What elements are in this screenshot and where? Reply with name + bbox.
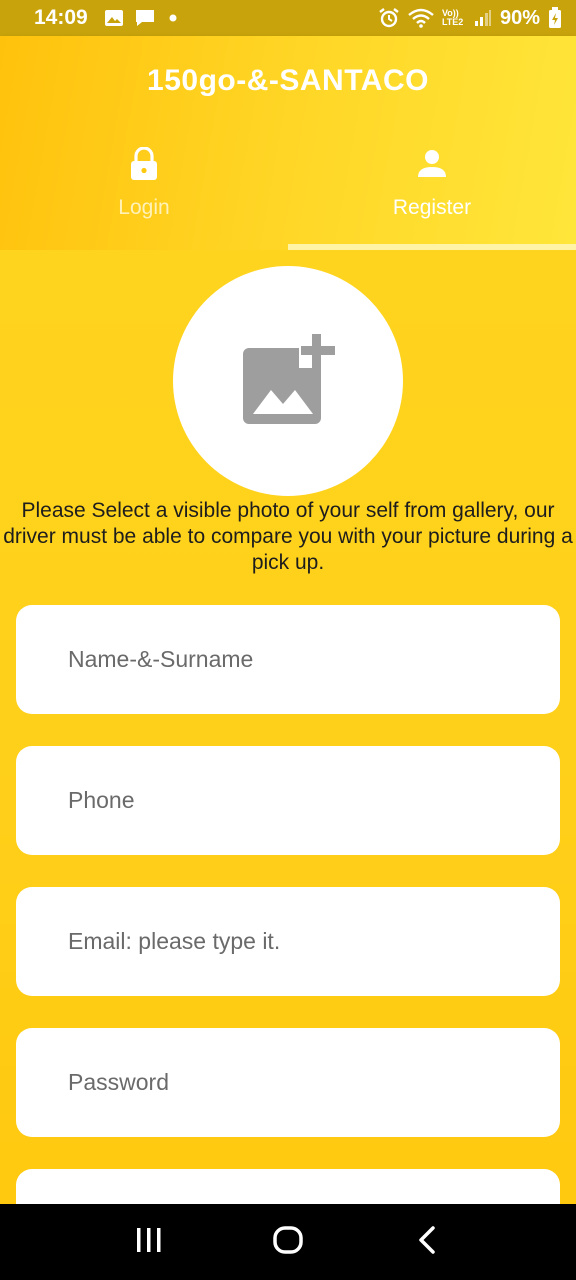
message-icon xyxy=(134,8,156,28)
lock-icon xyxy=(129,146,159,182)
recents-icon xyxy=(135,1227,163,1258)
app-title: 150go-&-SANTACO xyxy=(147,64,429,97)
home-button[interactable] xyxy=(258,1212,318,1272)
back-icon xyxy=(416,1225,438,1260)
status-system-icons: Vo)) LTE2 90% xyxy=(378,7,562,30)
gallery-icon xyxy=(104,9,124,27)
alarm-icon xyxy=(378,7,400,29)
register-form: Please Select a visible photo of your se… xyxy=(0,250,576,1278)
photo-instruction: Please Select a visible photo of your se… xyxy=(3,499,573,574)
signal-icon xyxy=(474,9,492,27)
phone-input[interactable] xyxy=(68,787,560,814)
email-field[interactable] xyxy=(16,887,560,996)
dot-icon xyxy=(166,11,180,25)
password-input[interactable] xyxy=(68,1069,560,1096)
password-field[interactable] xyxy=(16,1028,560,1137)
status-notification-icons xyxy=(104,8,180,28)
tab-login[interactable]: Login xyxy=(0,146,288,250)
network-label: Vo)) LTE2 xyxy=(441,8,464,27)
name-surname-field[interactable] xyxy=(16,605,560,714)
phone-field[interactable] xyxy=(16,746,560,855)
home-icon xyxy=(272,1224,304,1261)
tab-register[interactable]: Register xyxy=(288,146,576,250)
person-icon xyxy=(417,146,447,182)
photo-picker-button[interactable] xyxy=(173,266,403,496)
battery-percent: 90% xyxy=(499,6,540,29)
email-input[interactable] xyxy=(68,928,560,955)
battery-icon xyxy=(548,7,562,29)
status-bar: 14:09 Vo)) LTE2 90% xyxy=(0,0,576,36)
system-nav-bar xyxy=(0,1204,576,1280)
tab-login-label: Login xyxy=(118,196,170,219)
name-surname-input[interactable] xyxy=(68,646,560,673)
app-header: 150go-&-SANTACO Login Register xyxy=(0,36,576,250)
wifi-icon xyxy=(408,8,434,28)
tab-register-label: Register xyxy=(392,196,472,219)
back-button[interactable] xyxy=(397,1212,457,1272)
status-time: 14:09 xyxy=(34,6,88,29)
recents-button[interactable] xyxy=(119,1212,179,1272)
add-photo-icon xyxy=(241,331,335,431)
